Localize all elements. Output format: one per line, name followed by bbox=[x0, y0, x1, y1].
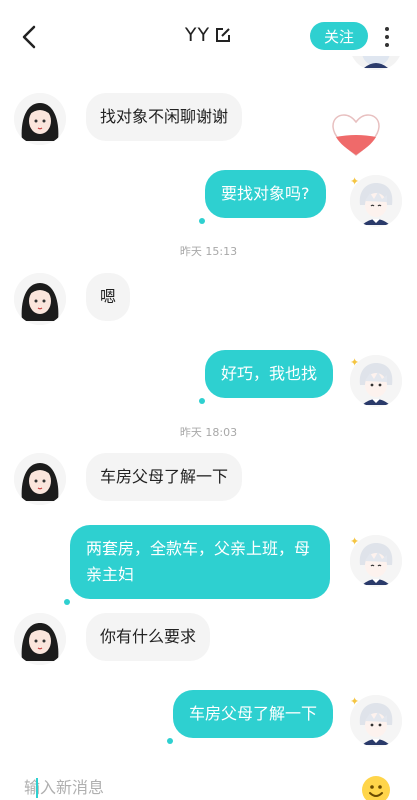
text-cursor bbox=[36, 778, 38, 798]
message-bubble-outgoing[interactable]: 要找对象吗? bbox=[199, 170, 326, 224]
timestamp: 昨天 18:03 bbox=[179, 426, 238, 439]
timestamp: 昨天 15:13 bbox=[179, 245, 238, 258]
message-bubble-incoming[interactable]: 找对象不闲聊谢谢 bbox=[86, 93, 243, 141]
avatar-self[interactable] bbox=[350, 695, 402, 747]
message-bubble-outgoing[interactable]: 好巧，我也找 bbox=[198, 350, 334, 404]
chat-title-text: YY bbox=[184, 24, 211, 46]
avatar-other[interactable] bbox=[14, 273, 66, 325]
message-bubble-outgoing[interactable]: 车房父母了解一下 bbox=[166, 690, 334, 744]
message-bubble-incoming[interactable]: 车房父母了解一下 bbox=[86, 453, 243, 501]
avatar-self[interactable] bbox=[350, 175, 402, 227]
more-vertical-icon[interactable] bbox=[380, 24, 394, 50]
avatar-other[interactable] bbox=[14, 93, 66, 145]
message-input[interactable] bbox=[24, 772, 344, 800]
message-bubble-outgoing[interactable]: 两套房，全款车，父亲上班，母亲主妇 bbox=[64, 525, 330, 605]
chat-title: YY bbox=[185, 24, 232, 46]
avatar-other[interactable] bbox=[14, 613, 66, 665]
follow-button[interactable]: 关注 bbox=[310, 22, 368, 50]
heart-icon[interactable] bbox=[331, 113, 381, 157]
message-bubble-incoming[interactable]: 你有什么要求 bbox=[86, 613, 211, 661]
avatar-self[interactable] bbox=[350, 355, 402, 407]
avatar-other[interactable] bbox=[14, 453, 66, 505]
emoji-icon[interactable] bbox=[362, 776, 390, 800]
avatar-self[interactable] bbox=[350, 535, 402, 587]
message-input-bar bbox=[0, 770, 417, 800]
message-bubble-incoming[interactable]: 嗯 bbox=[86, 273, 131, 321]
edit-icon[interactable] bbox=[214, 26, 232, 44]
